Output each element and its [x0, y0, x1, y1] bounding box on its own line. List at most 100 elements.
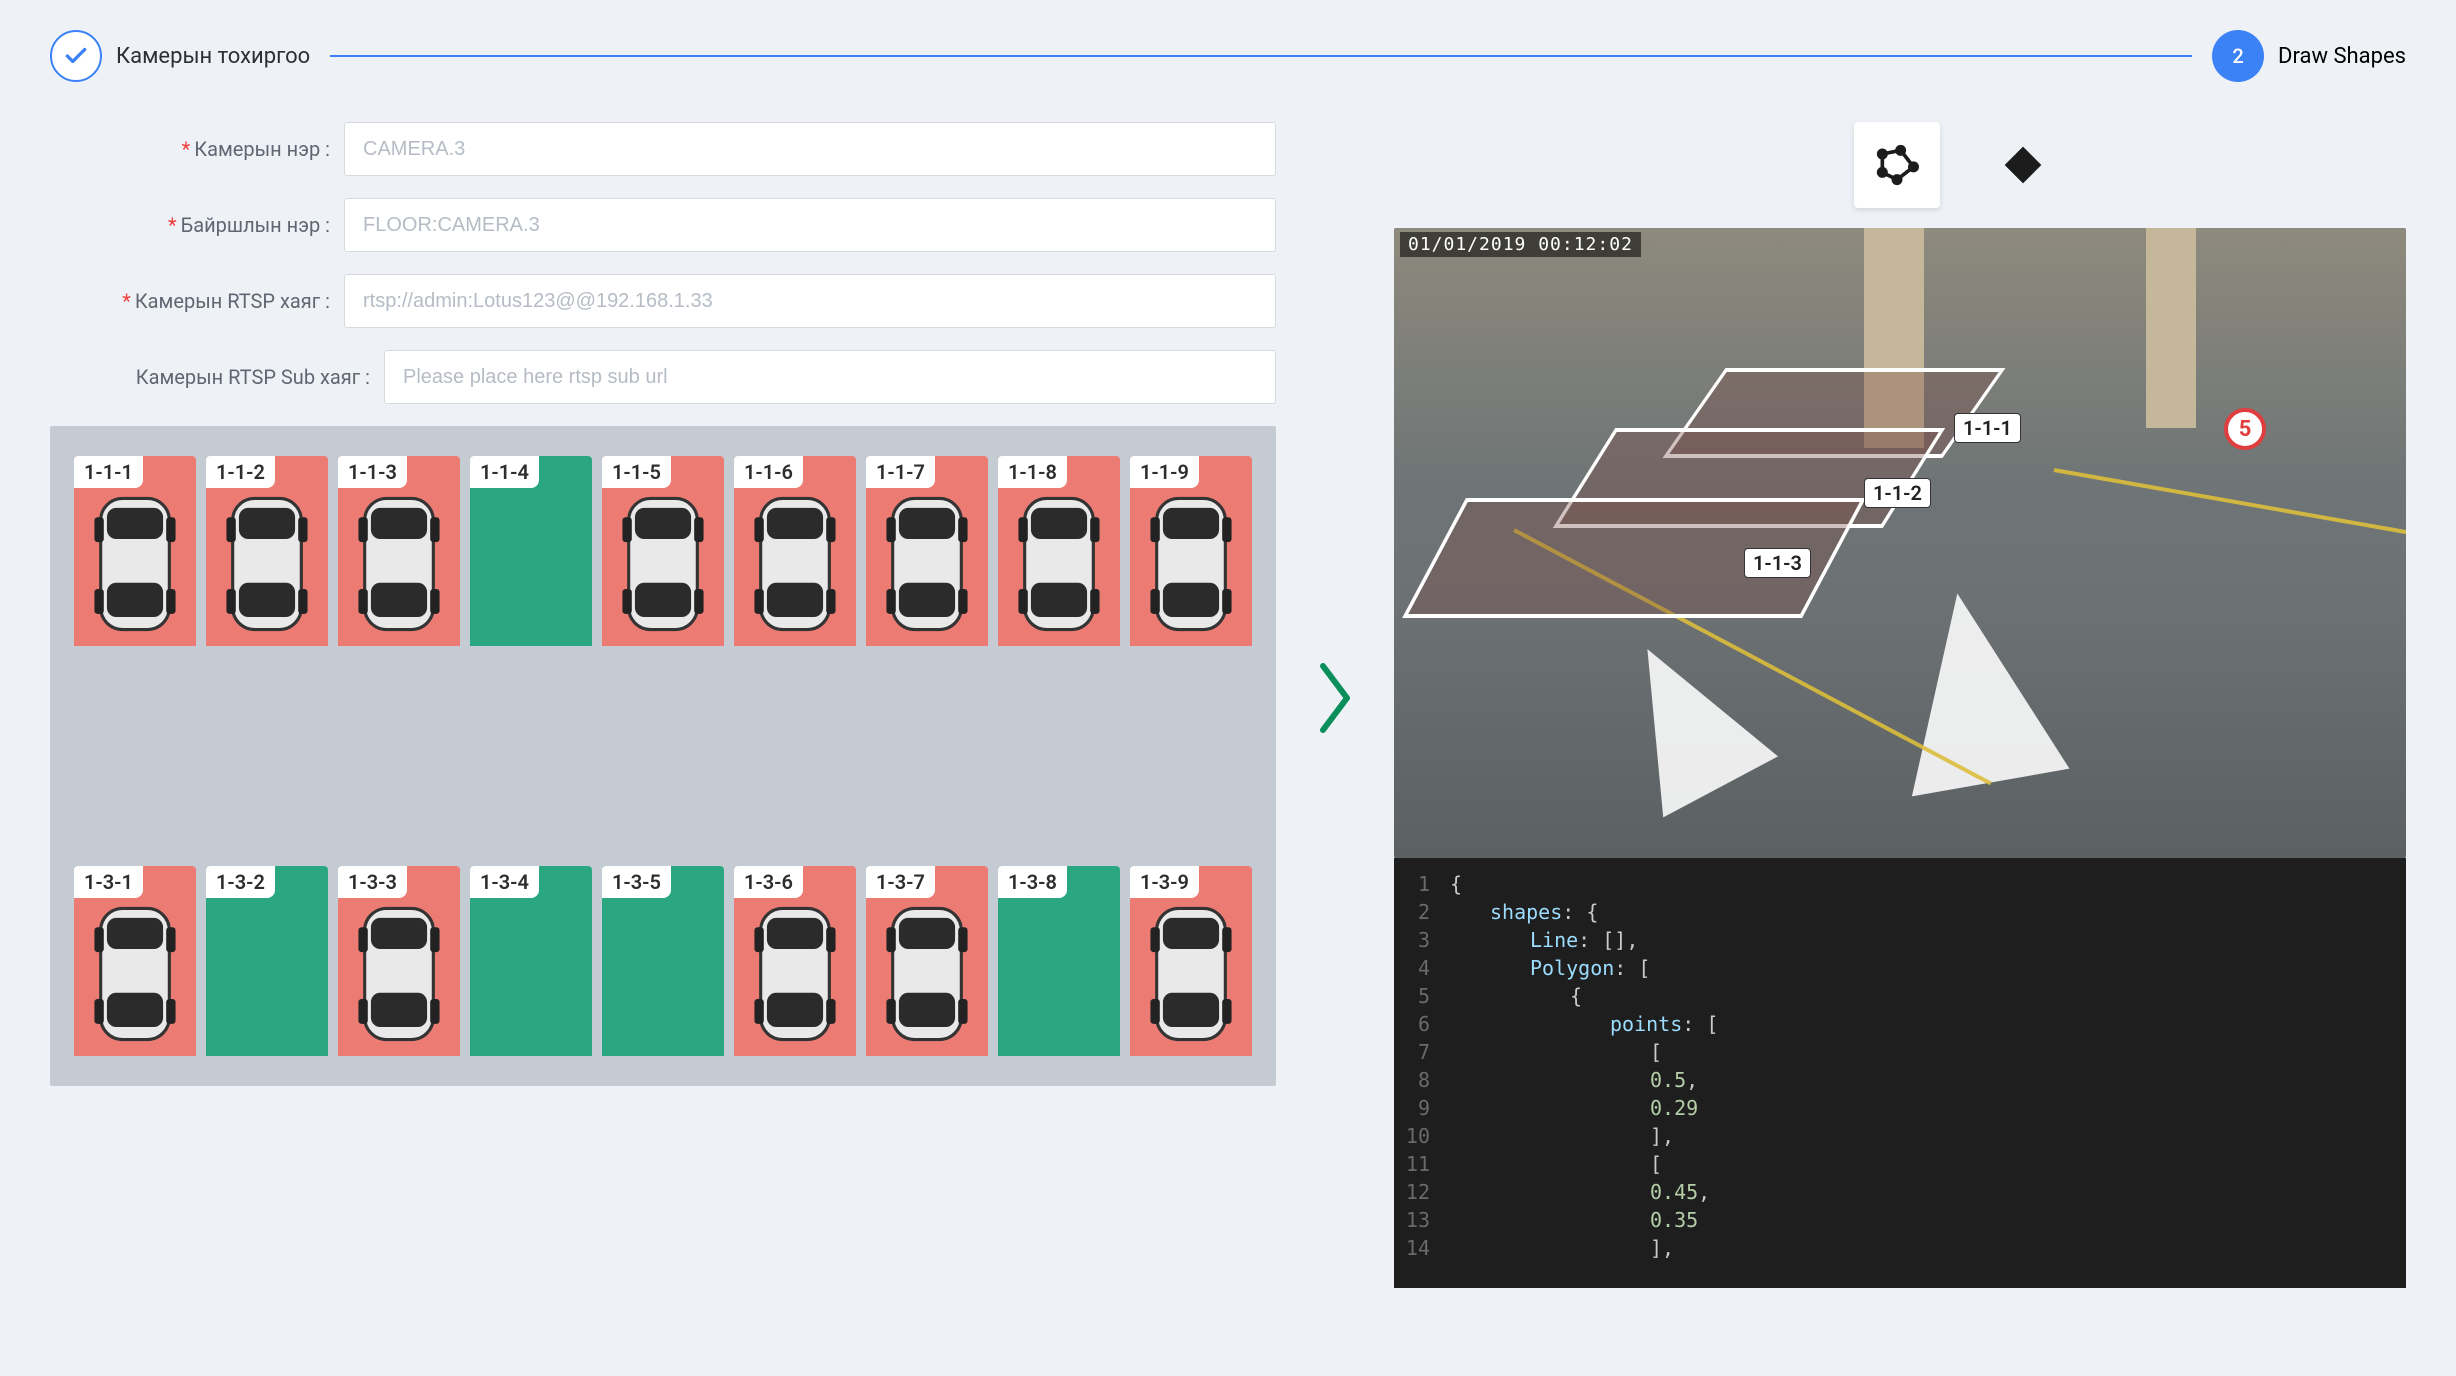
camera-preview[interactable]: 1-1-1 1-1-2 1-1-3 5 01/01/2019 00:12:02 [1394, 228, 2406, 858]
parking-slot[interactable]: 1-1-7 [866, 456, 988, 646]
parking-slot-label: 1-3-9 [1130, 866, 1199, 898]
rtsp-sub-input[interactable] [384, 350, 1276, 404]
parking-slot[interactable]: 1-3-9 [1130, 866, 1252, 1056]
parking-slot-label: 1-1-2 [206, 456, 275, 488]
roi-tag[interactable]: 1-1-3 [1744, 548, 1811, 578]
parking-slot-label: 1-3-8 [998, 866, 1067, 898]
car-icon [742, 486, 848, 642]
car-icon [82, 896, 188, 1052]
required-marker: * [168, 213, 177, 237]
rtsp-label: Камерын RTSP хаяг : [135, 289, 330, 313]
parking-slot[interactable]: 1-1-2 [206, 456, 328, 646]
parking-map: 1-1-1 1-1-2 1-1-3 1-1-4 1-1-5 1-1-6 [50, 426, 1276, 1086]
step-1[interactable]: Камерын тохиргоо [50, 30, 310, 82]
code-line: 3Line: [], [1394, 926, 2406, 954]
parking-slot[interactable]: 1-3-3 [338, 866, 460, 1056]
rtsp-row: *Камерын RTSP хаяг : [50, 274, 1276, 328]
pillar [2146, 228, 2196, 428]
code-line: 11[ [1394, 1150, 2406, 1178]
code-line: 2shapes: { [1394, 898, 2406, 926]
code-editor[interactable]: 1{2shapes: {3Line: [],4Polygon: [5{6poin… [1394, 858, 2406, 1288]
required-marker: * [122, 289, 131, 313]
car-icon [1138, 896, 1244, 1052]
step-2[interactable]: 2 Draw Shapes [2212, 30, 2406, 82]
parking-slot-label: 1-1-8 [998, 456, 1067, 488]
parking-slot[interactable]: 1-1-5 [602, 456, 724, 646]
parking-slot[interactable]: 1-3-6 [734, 866, 856, 1056]
code-line: 1{ [1394, 870, 2406, 898]
car-icon [610, 486, 716, 642]
parking-slot[interactable]: 1-3-4 [470, 866, 592, 1056]
camera-name-label: Камерын нэр : [194, 137, 330, 161]
parking-slot[interactable]: 1-1-9 [1130, 456, 1252, 646]
rtsp-sub-row: Камерын RTSP Sub хаяг : [50, 350, 1276, 404]
code-line: 6points: [ [1394, 1010, 2406, 1038]
code-line: 8 0.5, [1394, 1066, 2406, 1094]
location-name-label: Байршлын нэр : [181, 213, 330, 237]
parking-slot[interactable]: 1-1-4 [470, 456, 592, 646]
parking-slot[interactable]: 1-1-8 [998, 456, 1120, 646]
car-icon [1138, 486, 1244, 642]
eraser-tool-button[interactable] [1980, 122, 2066, 208]
code-line: 4Polygon: [ [1394, 954, 2406, 982]
step-1-title: Камерын тохиргоо [116, 44, 310, 69]
parking-slot-label: 1-3-7 [866, 866, 935, 898]
car-icon [874, 486, 980, 642]
floor-arrow-icon [1879, 580, 2070, 797]
required-marker: * [182, 137, 191, 161]
camera-name-input[interactable] [344, 122, 1276, 176]
car-icon [82, 486, 188, 642]
parking-slot-label: 1-3-6 [734, 866, 803, 898]
code-line: 14], [1394, 1234, 2406, 1262]
location-name-row: *Байршлын нэр : [50, 198, 1276, 252]
parking-slot-label: 1-1-3 [338, 456, 407, 488]
code-line: 5{ [1394, 982, 2406, 1010]
step-connector [330, 55, 2192, 57]
car-icon [214, 486, 320, 642]
parking-slot[interactable]: 1-3-5 [602, 866, 724, 1056]
step-2-number: 2 [2212, 30, 2264, 82]
parking-slot-label: 1-1-7 [866, 456, 935, 488]
parking-slot-label: 1-3-2 [206, 866, 275, 898]
parking-slot[interactable]: 1-1-1 [74, 456, 196, 646]
roi-tag[interactable]: 1-1-1 [1954, 413, 2021, 443]
parking-slot-label: 1-1-4 [470, 456, 539, 488]
location-name-input[interactable] [344, 198, 1276, 252]
step-1-check-icon [50, 30, 102, 82]
code-line: 9 0.29 [1394, 1094, 2406, 1122]
parking-slot[interactable]: 1-3-7 [866, 866, 988, 1056]
code-line: 13 0.35 [1394, 1206, 2406, 1234]
rtsp-input[interactable] [344, 274, 1276, 328]
parking-slot-label: 1-3-4 [470, 866, 539, 898]
car-icon [346, 896, 452, 1052]
parking-slot-label: 1-3-1 [74, 866, 143, 898]
car-icon [742, 896, 848, 1052]
stepper: Камерын тохиргоо 2 Draw Shapes [50, 30, 2406, 82]
roi-tag[interactable]: 1-1-2 [1864, 478, 1931, 508]
parking-slot[interactable]: 1-3-8 [998, 866, 1120, 1056]
parking-slot[interactable]: 1-1-6 [734, 456, 856, 646]
camera-timestamp: 01/01/2019 00:12:02 [1400, 232, 1641, 257]
code-line: 12 0.45, [1394, 1178, 2406, 1206]
code-line: 10], [1394, 1122, 2406, 1150]
parking-slot-label: 1-1-1 [74, 456, 143, 488]
parking-slot-label: 1-3-5 [602, 866, 671, 898]
rtsp-sub-label: Камерын RTSP Sub хаяг : [136, 365, 370, 389]
parking-slot-label: 1-3-3 [338, 866, 407, 898]
parking-slot[interactable]: 1-1-3 [338, 456, 460, 646]
chevron-right-icon[interactable] [1310, 658, 1360, 753]
car-icon [874, 896, 980, 1052]
camera-name-row: *Камерын нэр : [50, 122, 1276, 176]
toolbar [1394, 122, 2406, 228]
parking-slot-label: 1-1-9 [1130, 456, 1199, 488]
parking-slot[interactable]: 1-3-1 [74, 866, 196, 1056]
car-icon [346, 486, 452, 642]
step-2-title: Draw Shapes [2278, 44, 2406, 69]
parking-slot[interactable]: 1-3-2 [206, 866, 328, 1056]
car-icon [1006, 486, 1112, 642]
code-line: 7[ [1394, 1038, 2406, 1066]
speed-sign: 5 [2224, 408, 2266, 450]
polygon-tool-button[interactable] [1854, 122, 1940, 208]
parking-slot-label: 1-1-6 [734, 456, 803, 488]
parking-slot-label: 1-1-5 [602, 456, 671, 488]
